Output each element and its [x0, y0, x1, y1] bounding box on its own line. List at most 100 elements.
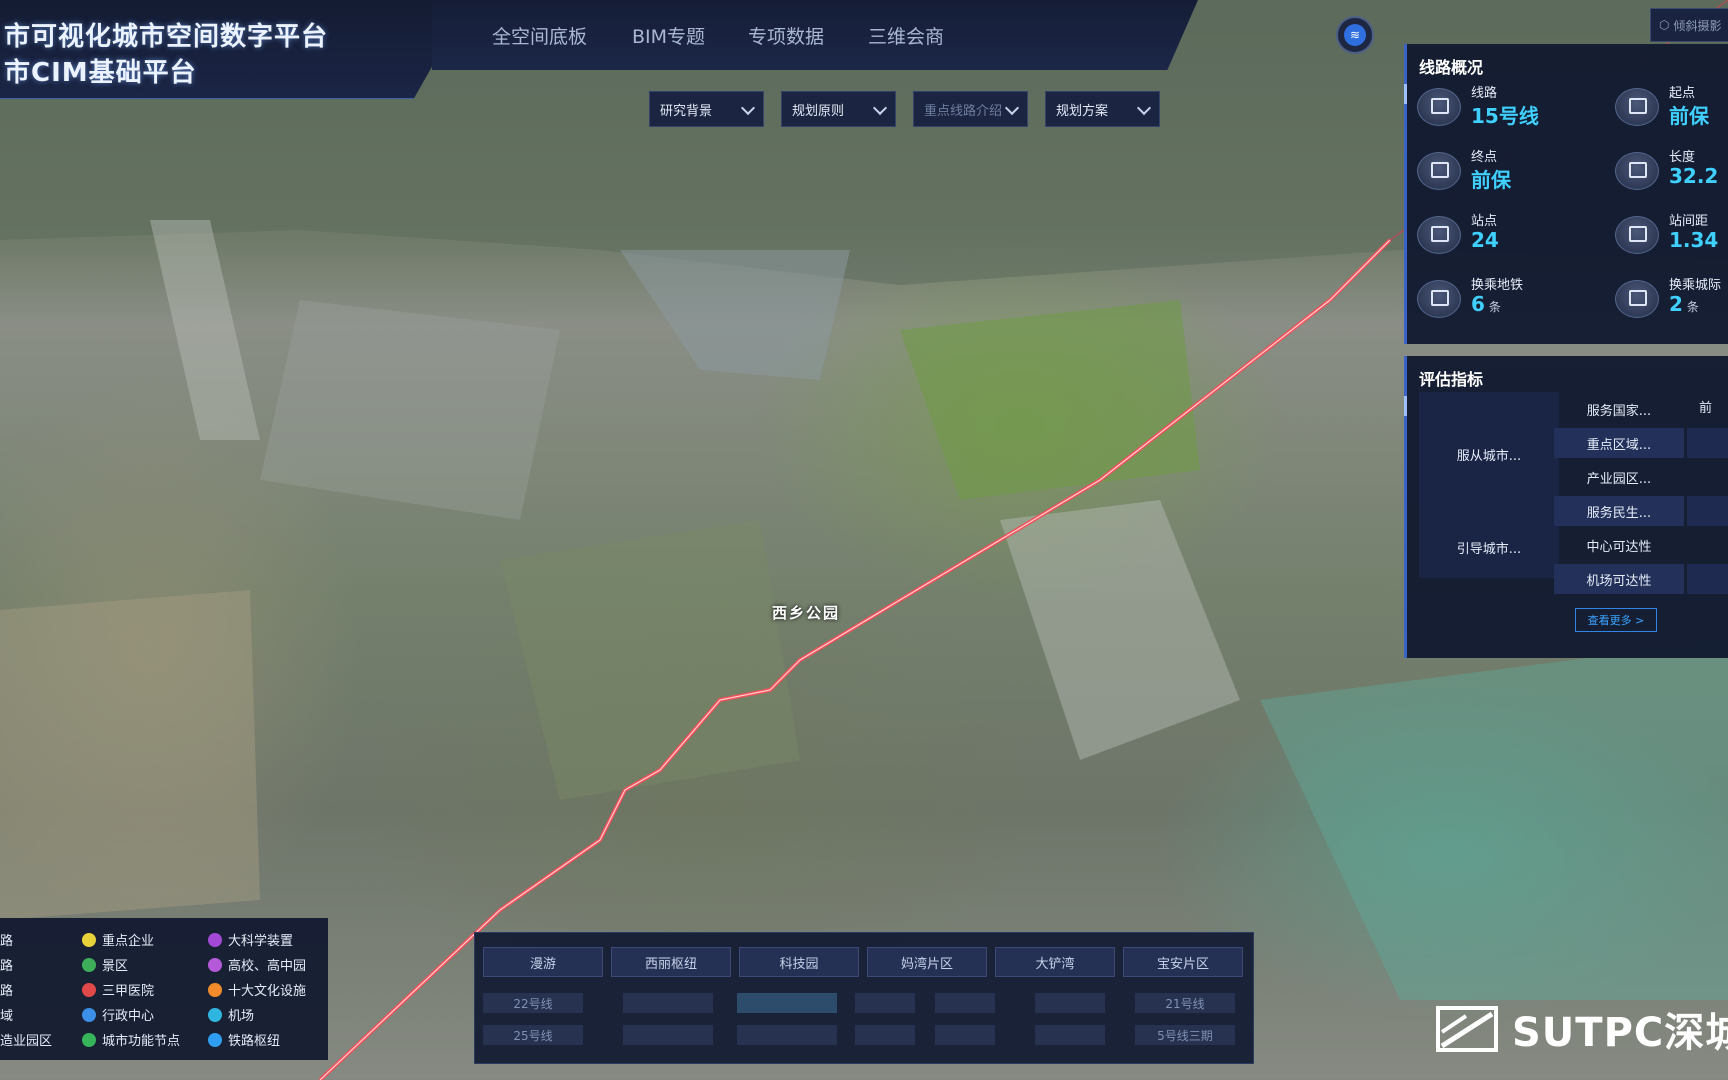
line-cell[interactable]: 5号线三期 — [1135, 1025, 1235, 1045]
view-more-button[interactable]: 查看更多 > — [1575, 608, 1657, 632]
chevron-down-icon — [740, 100, 756, 116]
panel-title: 评估指标 — [1419, 370, 1484, 389]
sutpc-logo-text: SUTPC深城 — [1512, 1010, 1728, 1056]
indicator-item[interactable]: 中心可达性 — [1554, 530, 1684, 560]
station-icon — [1615, 88, 1659, 126]
legend-item[interactable]: 路 — [0, 930, 13, 949]
legend-item-university[interactable]: 高校、高中园 — [208, 955, 306, 974]
stat-label: 线路 — [1471, 86, 1498, 101]
length-icon — [1615, 280, 1659, 318]
tilt-photo-label: 倾斜摄影 — [1673, 18, 1722, 33]
dropdown-label: 规划方案 — [1056, 103, 1109, 119]
indicator-value — [1687, 564, 1728, 594]
legend-item[interactable]: 造业园区 — [0, 1030, 52, 1049]
app-title: 市可视化城市空间数字平台 — [4, 22, 329, 52]
tab-dachanwan[interactable]: 大铲湾 — [995, 947, 1115, 977]
dropdown-planning-principles[interactable]: 规划原则 — [781, 91, 896, 127]
legend-item[interactable]: 路 — [0, 955, 13, 974]
line-cell[interactable] — [855, 993, 915, 1013]
railway-hub-icon — [208, 1032, 222, 1047]
line-cell[interactable]: 22号线 — [483, 993, 583, 1013]
tab-roam[interactable]: 漫游 — [483, 947, 603, 977]
stat-value: 前保 — [1669, 104, 1709, 128]
tab-xili-hub[interactable]: 西丽枢纽 — [611, 947, 731, 977]
hospital-icon — [82, 982, 96, 997]
tab-mawan[interactable]: 妈湾片区 — [867, 947, 987, 977]
line-cell[interactable] — [855, 1025, 915, 1045]
indicator-group: 服从城市... — [1419, 392, 1559, 516]
top-nav: 全空间底板 BIM专题 专项数据 三维会商 — [432, 0, 1198, 70]
indicator-item[interactable]: 机场可达性 — [1554, 564, 1684, 594]
indicator-value — [1687, 462, 1728, 492]
indicator-value — [1687, 428, 1728, 458]
line-cell[interactable] — [737, 993, 837, 1013]
stat-station-spacing: 站间距 1.34 — [1605, 208, 1728, 264]
stat-label: 起点 — [1669, 86, 1696, 101]
nav-item-3d-consult[interactable]: 三维会商 — [868, 22, 944, 49]
chevron-down-icon — [1004, 100, 1020, 116]
layers-button[interactable]: ≋ — [1336, 16, 1374, 54]
admin-center-icon — [82, 1007, 96, 1022]
stat-label: 长度 — [1669, 150, 1696, 165]
legend-item-airport[interactable]: 机场 — [208, 1005, 254, 1024]
stat-intercity-transfer: 换乘城际 2条 — [1605, 272, 1728, 328]
legend-item-culture[interactable]: 十大文化设施 — [208, 980, 306, 999]
stat-value: 15号线 — [1471, 104, 1539, 128]
legend-item-admin-center[interactable]: 行政中心 — [82, 1005, 154, 1024]
stat-label: 终点 — [1471, 150, 1498, 165]
line-cell[interactable] — [1035, 1025, 1105, 1045]
indicator-item[interactable]: 产业园区... — [1554, 462, 1684, 492]
line-cell[interactable] — [935, 1025, 995, 1045]
stat-value: 6条 — [1471, 292, 1501, 316]
dropdown-research-background[interactable]: 研究背景 — [649, 91, 764, 127]
legend-item-science-facility[interactable]: 大科学装置 — [208, 930, 293, 949]
stat-label: 站点 — [1471, 214, 1498, 229]
legend-item-hospital[interactable]: 三甲医院 — [82, 980, 154, 999]
indicator-item[interactable]: 重点区域... — [1554, 428, 1684, 458]
airport-icon — [208, 1007, 222, 1022]
tilt-photo-button[interactable]: ⬡ 倾斜摄影 — [1650, 8, 1728, 42]
chevron-down-icon — [872, 100, 888, 116]
line-cell[interactable] — [623, 993, 713, 1013]
title-banner: 市可视化城市空间数字平台 市CIM基础平台 — [0, 0, 470, 99]
indicator-value — [1687, 530, 1728, 560]
stat-line: 线路 15号线 — [1407, 80, 1557, 136]
city-node-icon — [82, 1032, 96, 1047]
indicator-item[interactable]: 服务民生... — [1554, 496, 1684, 526]
legend-item-scenic[interactable]: 景区 — [82, 955, 128, 974]
evaluation-panel: 评估指标 服从城市... 引导城市... 服务国家... 前 重点区域... 产… — [1404, 356, 1728, 658]
nav-item-bim[interactable]: BIM专题 — [632, 22, 705, 49]
dropdown-key-line-intro[interactable]: 重点线路介绍 — [913, 91, 1028, 127]
nav-item-all-space[interactable]: 全空间底板 — [492, 22, 587, 49]
stat-value: 前保 — [1471, 168, 1511, 192]
panel-collapse-handle[interactable] — [1404, 396, 1407, 416]
line-cell[interactable]: 21号线 — [1135, 993, 1235, 1013]
line-cell[interactable] — [623, 1025, 713, 1045]
line-overview-panel: 线路概况 线路 15号线 起点 前保 终点 前保 长度 32.2 站点 24 站… — [1404, 44, 1728, 344]
legend-item-key-enterprise[interactable]: 重点企业 — [82, 930, 154, 949]
stat-value: 24 — [1471, 228, 1499, 252]
chevron-down-icon — [1136, 100, 1152, 116]
culture-icon — [208, 982, 222, 997]
stat-value: 2条 — [1669, 292, 1699, 316]
line-cell[interactable] — [737, 1025, 837, 1045]
legend-item[interactable]: 路 — [0, 980, 13, 999]
line-cell[interactable]: 25号线 — [483, 1025, 583, 1045]
dropdown-label: 研究背景 — [660, 103, 713, 119]
line-cell[interactable] — [935, 993, 995, 1013]
stat-length: 长度 32.2 — [1605, 144, 1728, 200]
layers-icon: ≋ — [1344, 24, 1366, 46]
legend-item-city-node[interactable]: 城市功能节点 — [82, 1030, 180, 1049]
legend-item[interactable]: 域 — [0, 1005, 13, 1024]
line-cell[interactable] — [1035, 993, 1105, 1013]
area-tabs-panel: 漫游 西丽枢纽 科技园 妈湾片区 大铲湾 宝安片区 22号线 21号线 25号线… — [474, 932, 1254, 1064]
nav-item-special-data[interactable]: 专项数据 — [748, 22, 824, 49]
dropdown-planning-scheme[interactable]: 规划方案 — [1045, 91, 1160, 127]
building-icon — [1417, 216, 1461, 254]
indicator-item[interactable]: 服务国家... — [1554, 394, 1684, 424]
tab-science-park[interactable]: 科技园 — [739, 947, 859, 977]
scenic-icon — [82, 957, 96, 972]
tab-baoan[interactable]: 宝安片区 — [1123, 947, 1243, 977]
legend-item-railway-hub[interactable]: 铁路枢纽 — [208, 1030, 280, 1049]
indicator-value — [1687, 496, 1728, 526]
